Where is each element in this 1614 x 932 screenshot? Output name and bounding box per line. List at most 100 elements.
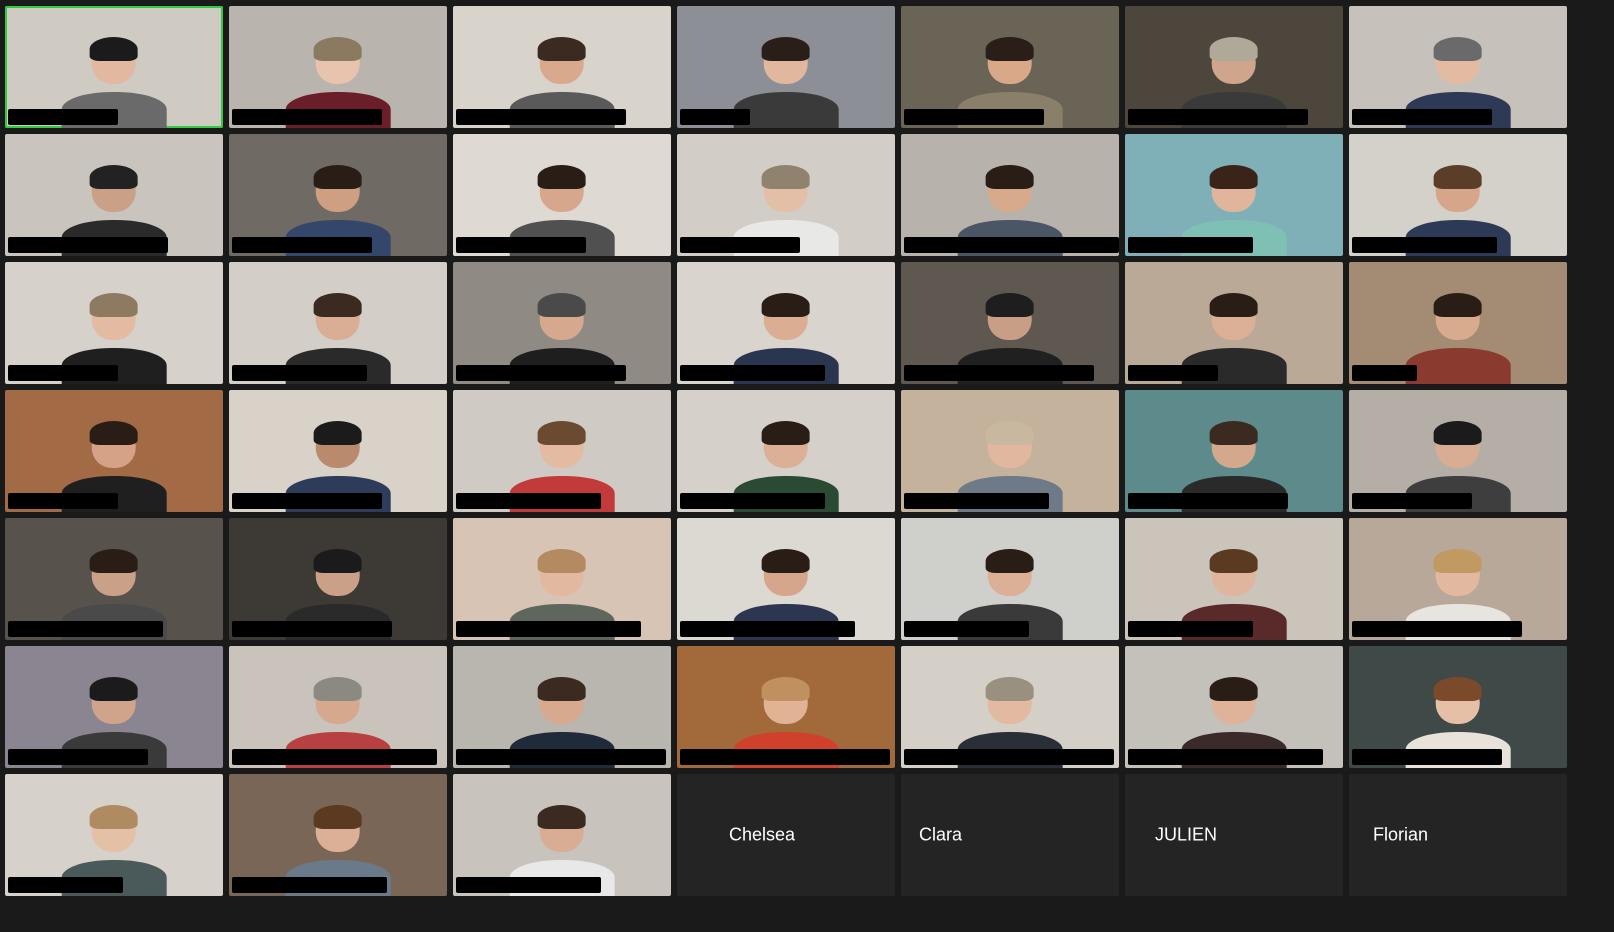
- name-label-redacted: [680, 749, 890, 765]
- video-tile[interactable]: [677, 134, 895, 256]
- video-tile[interactable]: [677, 262, 895, 384]
- video-tile[interactable]: [677, 390, 895, 512]
- participant-hair: [89, 804, 139, 830]
- participant-hair: [985, 548, 1035, 574]
- name-label-redacted: [456, 877, 601, 893]
- video-tile[interactable]: [5, 518, 223, 640]
- participant-hair: [1209, 164, 1259, 190]
- video-tile[interactable]: [677, 646, 895, 768]
- video-tile[interactable]: [453, 646, 671, 768]
- name-label-redacted: [456, 109, 626, 125]
- video-tile-active-speaker[interactable]: [5, 6, 223, 128]
- participant-hair: [89, 164, 139, 190]
- name-label-redacted: [8, 749, 148, 765]
- video-tile[interactable]: [453, 262, 671, 384]
- video-tile[interactable]: [1125, 262, 1343, 384]
- participant-hair: [537, 164, 587, 190]
- video-tile[interactable]: [901, 390, 1119, 512]
- video-tile[interactable]: [1125, 518, 1343, 640]
- video-tile[interactable]: [1125, 390, 1343, 512]
- video-tile[interactable]: [5, 390, 223, 512]
- video-tile[interactable]: [901, 262, 1119, 384]
- video-tile[interactable]: [5, 134, 223, 256]
- video-gallery: Chelsea Clara JULIEN Florian: [5, 6, 1567, 896]
- name-label-redacted: [232, 621, 392, 637]
- video-tile[interactable]: [453, 390, 671, 512]
- video-tile[interactable]: [229, 646, 447, 768]
- participant-hair: [537, 804, 587, 830]
- video-tile[interactable]: [453, 774, 671, 896]
- video-tile[interactable]: [677, 6, 895, 128]
- name-label-redacted: [904, 109, 1044, 125]
- participant-hair: [985, 292, 1035, 318]
- name-label-redacted: [1128, 237, 1253, 253]
- video-tile[interactable]: [5, 646, 223, 768]
- participant-hair: [761, 36, 811, 62]
- video-tile[interactable]: [1125, 6, 1343, 128]
- video-tile-camera-off[interactable]: JULIEN: [1125, 774, 1343, 896]
- video-tile[interactable]: [1349, 6, 1567, 128]
- video-tile[interactable]: [229, 262, 447, 384]
- name-label-redacted: [1128, 109, 1308, 125]
- name-label-redacted: [232, 109, 382, 125]
- name-label-redacted: [232, 365, 367, 381]
- name-label-redacted: [680, 237, 800, 253]
- video-tile-camera-off[interactable]: Clara: [901, 774, 1119, 896]
- video-tile[interactable]: [901, 134, 1119, 256]
- video-tile[interactable]: [1349, 390, 1567, 512]
- video-tile[interactable]: [229, 134, 447, 256]
- video-tile[interactable]: [1125, 134, 1343, 256]
- participant-hair: [537, 548, 587, 574]
- participant-name: Clara: [919, 824, 963, 845]
- video-tile[interactable]: [453, 518, 671, 640]
- video-tile-camera-off[interactable]: Florian: [1349, 774, 1567, 896]
- name-label-redacted: [1128, 621, 1253, 637]
- video-tile[interactable]: [453, 134, 671, 256]
- video-tile[interactable]: [229, 6, 447, 128]
- video-tile[interactable]: [453, 6, 671, 128]
- video-tile[interactable]: [901, 518, 1119, 640]
- name-label-redacted: [456, 621, 641, 637]
- name-label-redacted: [1352, 109, 1492, 125]
- participant-hair: [537, 420, 587, 446]
- name-label-redacted: [1352, 749, 1502, 765]
- participant-name: Chelsea: [729, 824, 796, 845]
- video-tile[interactable]: [1349, 134, 1567, 256]
- participant-hair: [761, 164, 811, 190]
- video-tile-camera-off[interactable]: Chelsea: [677, 774, 895, 896]
- participant-hair: [313, 292, 363, 318]
- video-tile[interactable]: [229, 518, 447, 640]
- participant-hair: [89, 420, 139, 446]
- participant-name: JULIEN: [1155, 824, 1218, 845]
- participant-hair: [313, 420, 363, 446]
- name-label-redacted: [904, 621, 1029, 637]
- name-label-redacted: [456, 749, 666, 765]
- participant-hair: [1433, 420, 1483, 446]
- video-tile[interactable]: [901, 646, 1119, 768]
- name-label-redacted: [456, 493, 601, 509]
- participant-hair: [985, 676, 1035, 702]
- name-label-redacted: [904, 493, 1049, 509]
- name-label-redacted: [1128, 365, 1218, 381]
- video-tile[interactable]: [901, 6, 1119, 128]
- name-label-redacted: [232, 877, 387, 893]
- participant-hair: [761, 420, 811, 446]
- participant-hair: [537, 36, 587, 62]
- name-label-redacted: [904, 237, 1119, 253]
- video-tile[interactable]: [5, 262, 223, 384]
- participant-hair: [761, 292, 811, 318]
- video-tile[interactable]: [1349, 646, 1567, 768]
- name-label-redacted: [680, 621, 855, 637]
- participant-hair: [1209, 548, 1259, 574]
- participant-hair: [761, 548, 811, 574]
- video-tile[interactable]: [5, 774, 223, 896]
- video-tile[interactable]: [1349, 262, 1567, 384]
- video-tile[interactable]: [677, 518, 895, 640]
- name-label-redacted: [8, 621, 163, 637]
- participant-hair: [1433, 676, 1483, 702]
- participant-hair: [89, 548, 139, 574]
- video-tile[interactable]: [1349, 518, 1567, 640]
- video-tile[interactable]: [229, 390, 447, 512]
- video-tile[interactable]: [229, 774, 447, 896]
- video-tile[interactable]: [1125, 646, 1343, 768]
